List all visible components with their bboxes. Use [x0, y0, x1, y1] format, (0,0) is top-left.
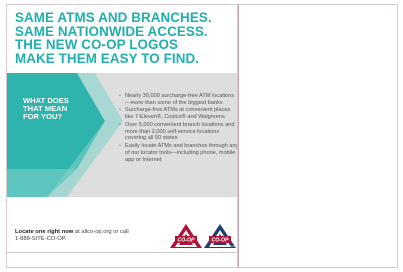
- question-line-3: FOR YOU?: [23, 112, 63, 122]
- coop-atm-logo: CO-OP ATM: [169, 223, 203, 249]
- list-item: Easily locate ATMs and branches through …: [119, 143, 237, 164]
- headline-line-2: SAME NATIONWIDE ACCESS.: [15, 23, 208, 39]
- coop-shared-branch-logo: CO-OP SHARED BRANCH: [203, 223, 237, 249]
- ad-panel: SAME ATMs AND BRANCHES. SAME NATIONWIDE …: [6, 4, 238, 268]
- list-item: Over 5,000 convenient branch locations a…: [119, 122, 237, 143]
- bottom-divider: [7, 252, 237, 253]
- footer-text: Locate one right now at allco-op.org or …: [15, 229, 155, 243]
- headline: SAME ATMs AND BRANCHES. SAME NATIONWIDE …: [15, 11, 237, 65]
- list-item: Surcharge-free ATMs at convenient places…: [119, 107, 237, 121]
- branch-logo-sub: SHARED BRANCH: [217, 245, 236, 248]
- headline-line-4: MAKE THEM EASY TO FIND.: [15, 50, 200, 66]
- atm-logo-label: CO-OP: [177, 238, 195, 244]
- headline-line-1: SAME ATMs AND BRANCHES.: [15, 10, 212, 25]
- list-item: Nearly 30,000 surcharge-free ATM locatio…: [119, 93, 237, 107]
- atm-logo-sub: ATM: [190, 244, 195, 248]
- footer-phone: 1-888-SITE-CO-OP.: [15, 236, 67, 243]
- branch-logo-label: CO-OP: [211, 238, 229, 244]
- benefits-list: Nearly 30,000 surcharge-free ATM locatio…: [119, 93, 237, 164]
- blank-panel: [238, 4, 398, 268]
- footer-rest: at allco-op.org or call: [73, 229, 129, 235]
- headline-line-3: THE NEW CO-OP LOGOS: [15, 37, 179, 52]
- question-text: WHAT DOES THAT MEAN FOR YOU?: [23, 96, 83, 122]
- footer-bold: Locate one right now: [15, 229, 74, 235]
